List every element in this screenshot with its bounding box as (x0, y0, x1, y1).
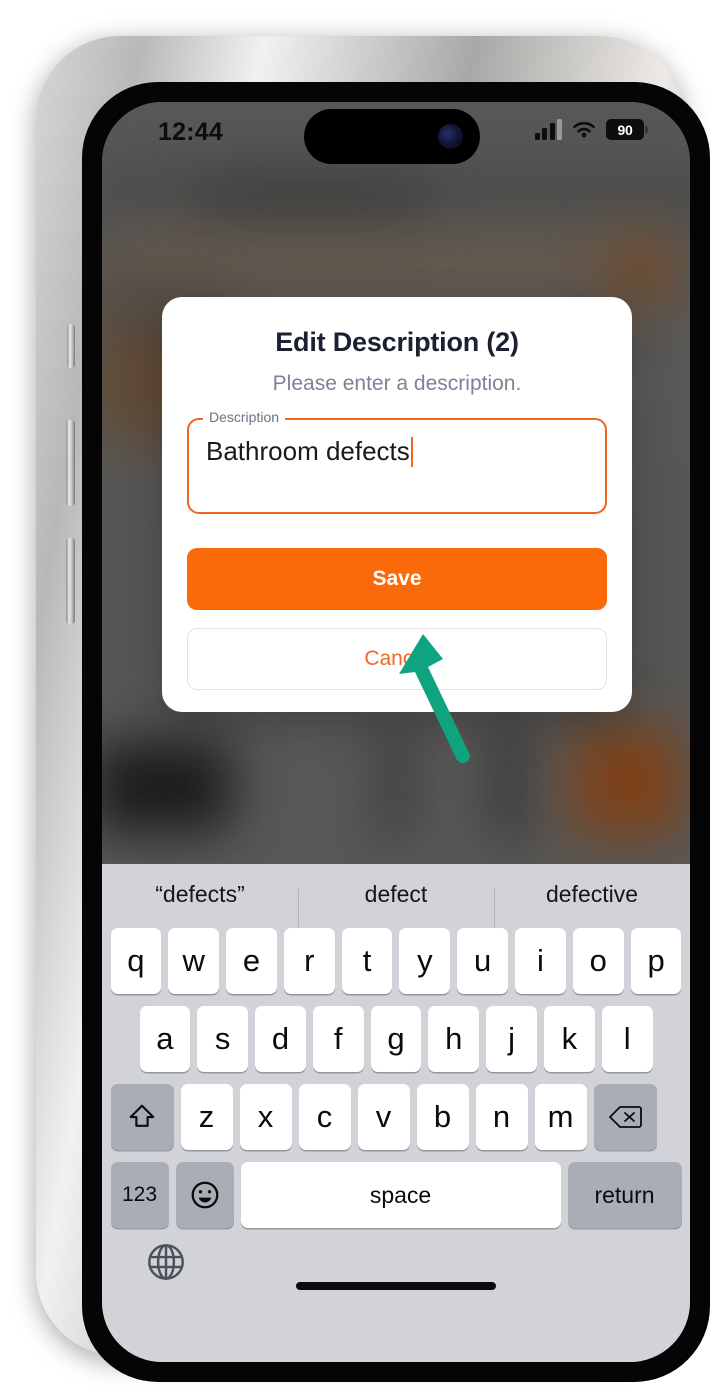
key-v[interactable]: v (357, 1084, 410, 1150)
globe-icon (148, 1244, 184, 1280)
text-caret (410, 436, 413, 467)
emoji-key[interactable] (175, 1162, 234, 1228)
cellular-bars-icon (534, 119, 562, 140)
key-u[interactable]: u (457, 928, 509, 994)
keyboard-row-2: a s d f g h j k l (102, 1006, 690, 1072)
volume-down-button[interactable] (66, 538, 75, 624)
shift-key[interactable] (110, 1084, 174, 1150)
key-f[interactable]: f (312, 1006, 364, 1072)
keyboard-bottom-row (102, 1234, 690, 1308)
status-time: 12:44 (158, 118, 223, 146)
home-indicator[interactable] (296, 1282, 496, 1290)
volume-up-button[interactable] (66, 420, 75, 506)
key-t[interactable]: t (341, 928, 393, 994)
key-y[interactable]: y (399, 928, 451, 994)
suggestion-1[interactable]: defect (298, 881, 494, 927)
key-a[interactable]: a (139, 1006, 191, 1072)
key-e[interactable]: e (226, 928, 277, 994)
key-k[interactable]: k (543, 1006, 595, 1072)
key-i[interactable]: i (515, 928, 566, 994)
backspace-icon (609, 1106, 642, 1128)
suggestion-0[interactable]: “defects” (102, 881, 298, 908)
keyboard-row-1: q w e r t y u i o p (102, 928, 690, 994)
dynamic-island (304, 109, 480, 164)
key-j[interactable]: j (486, 1006, 537, 1072)
key-w[interactable]: w (168, 928, 220, 994)
key-x[interactable]: x (239, 1084, 292, 1150)
key-m[interactable]: m (534, 1084, 587, 1150)
key-r[interactable]: r (283, 928, 335, 994)
shift-arrow-icon (129, 1104, 155, 1127)
phone-screen: 12:44 90 Edit Description (2) Please ent… (102, 102, 690, 1362)
key-h[interactable]: h (428, 1006, 480, 1072)
battery-icon: 90 (606, 119, 648, 140)
description-field-label: Description (203, 409, 286, 425)
key-g[interactable]: g (370, 1006, 422, 1072)
suggestion-2[interactable]: defective (494, 881, 690, 927)
return-key[interactable]: return (567, 1162, 682, 1228)
battery-cap (645, 126, 648, 133)
key-c[interactable]: c (298, 1084, 351, 1150)
description-value-row: Bathroom defects (206, 436, 591, 467)
dialog-title: Edit Description (2) (275, 327, 519, 357)
description-input[interactable]: Description Bathroom defects (187, 409, 607, 514)
silent-switch-button[interactable] (67, 324, 75, 368)
key-p[interactable]: p (630, 928, 682, 994)
key-d[interactable]: d (255, 1006, 306, 1072)
description-input-value: Bathroom defects (206, 436, 410, 466)
key-z[interactable]: z (180, 1084, 233, 1150)
keyboard-row-3: z x c v b n m (102, 1084, 690, 1150)
key-l[interactable]: l (601, 1006, 653, 1072)
dialog-subtitle: Please enter a description. (272, 372, 522, 395)
wifi-icon (573, 121, 595, 137)
space-key[interactable]: space (240, 1162, 561, 1228)
key-q[interactable]: q (110, 928, 162, 994)
save-button[interactable]: Save (187, 548, 607, 610)
status-indicators: 90 (534, 119, 648, 140)
phone-frame: 12:44 90 Edit Description (2) Please ent… (36, 36, 710, 1382)
numbers-key[interactable]: 123 (110, 1162, 169, 1228)
globe-key[interactable] (142, 1238, 190, 1286)
keyboard-row-4: 123 space return (102, 1162, 690, 1228)
status-bar: 12:44 90 (102, 102, 690, 166)
suggestion-bar: “defects” defect defective (102, 864, 690, 927)
backspace-key[interactable] (593, 1084, 657, 1150)
front-camera-icon (438, 124, 463, 149)
edit-description-dialog: Edit Description (2) Please enter a desc… (162, 297, 632, 712)
key-s[interactable]: s (197, 1006, 249, 1072)
cancel-button[interactable]: Cancel (187, 628, 607, 690)
key-b[interactable]: b (416, 1084, 469, 1150)
onscreen-keyboard: “defects” defect defective q w e r t y u… (102, 864, 690, 1362)
key-o[interactable]: o (572, 928, 624, 994)
emoji-smiley-icon (191, 1181, 218, 1209)
battery-level-text: 90 (617, 121, 633, 138)
key-n[interactable]: n (475, 1084, 528, 1150)
